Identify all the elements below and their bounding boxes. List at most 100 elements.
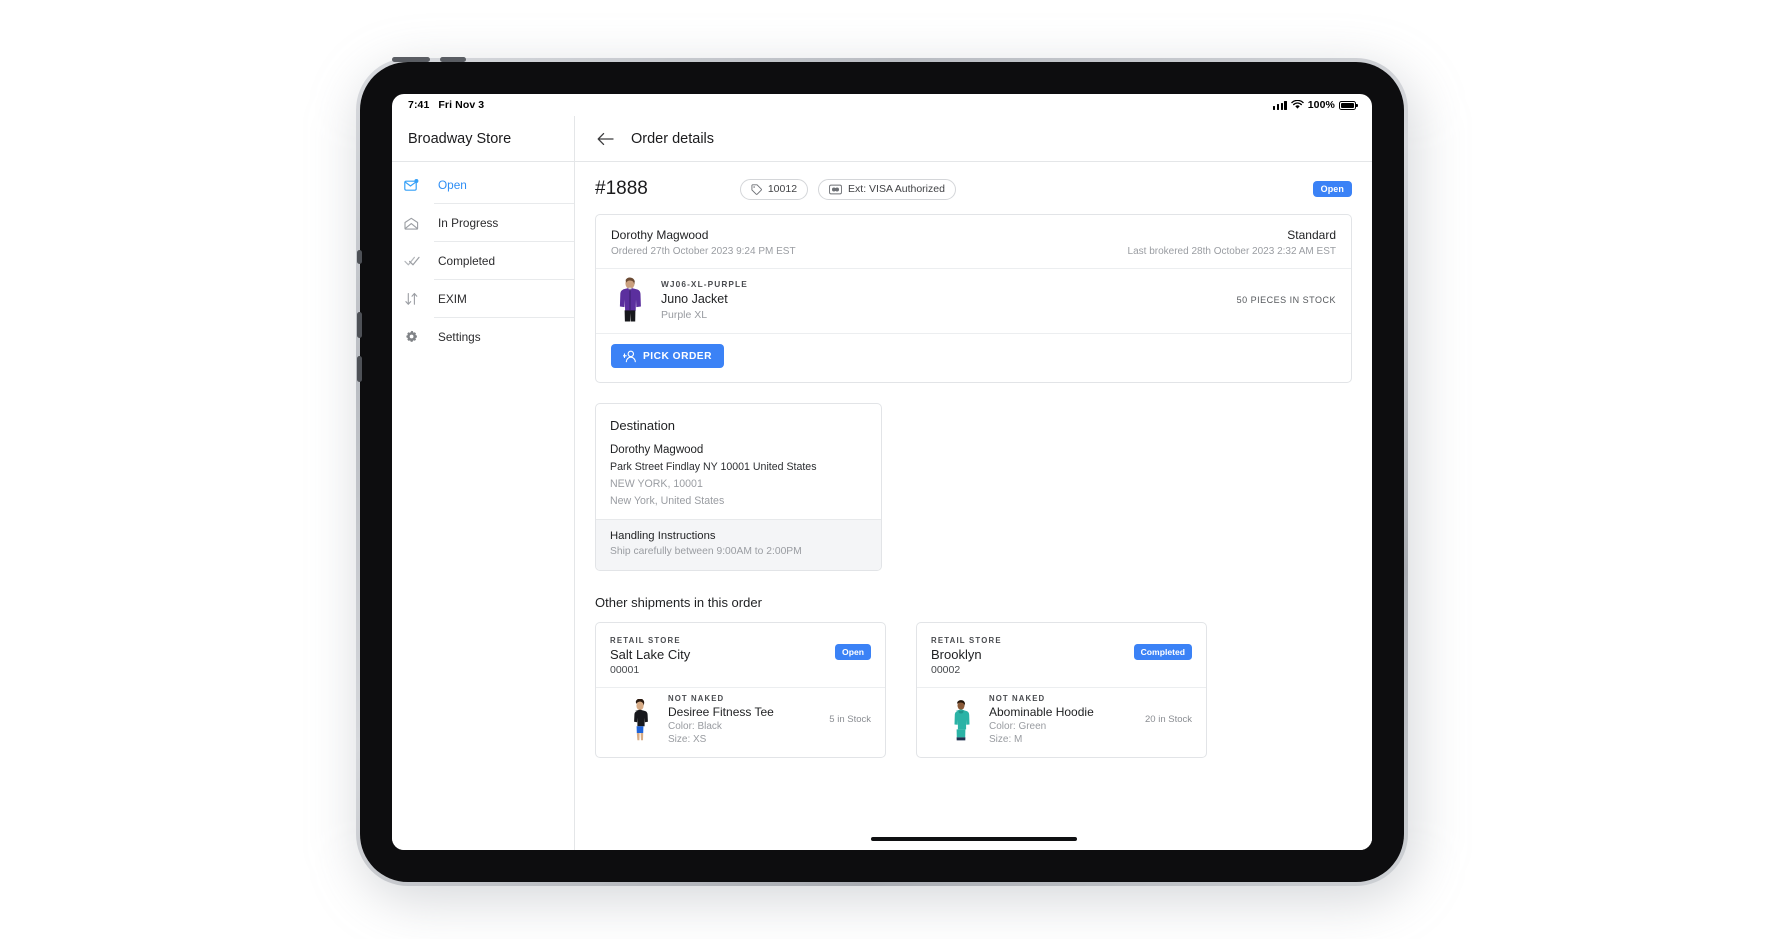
handling-instructions-title: Handling Instructions (610, 530, 716, 542)
volume-down-button[interactable] (357, 312, 362, 338)
shipment-status-badge: Open (835, 644, 871, 660)
product-brand: NOT NAKED (989, 694, 1046, 703)
person-add-icon (623, 350, 636, 363)
sidebar-item-open[interactable]: Open (392, 166, 574, 204)
camera-dot (357, 250, 362, 264)
destination-address-line2: NEW YORK, 10001 (610, 478, 703, 490)
product-stock: 20 in Stock (1145, 714, 1192, 725)
shipment-card[interactable]: RETAIL STORE Salt Lake City 00001 Open N… (595, 622, 886, 758)
cellular-signal-icon (1273, 100, 1287, 110)
product-sku: WJ06-XL-PURPLE (661, 279, 748, 289)
chip-label: Ext: VISA Authorized (848, 183, 945, 195)
destination-address-line3: New York, United States (610, 495, 725, 507)
arrow-left-icon[interactable] (595, 129, 615, 149)
sidebar-item-label: Completed (434, 242, 574, 280)
customer-name: Dorothy Magwood (611, 228, 709, 242)
pick-order-button[interactable]: PICK ORDER (611, 344, 724, 368)
shipping-method: Standard (1287, 228, 1336, 242)
destination-body: Dorothy Magwood Park Street Findlay NY 1… (596, 444, 881, 519)
sidebar-item-label: EXIM (434, 280, 574, 318)
sidebar-item-label: Settings (438, 330, 481, 344)
black-tee-thumbnail (624, 698, 656, 741)
chip-payment-status[interactable]: Ext: VISA Authorized (818, 178, 956, 200)
credit-card-icon (829, 184, 842, 195)
ios-status-bar: 7:41 Fri Nov 3 100% (392, 94, 1372, 116)
sidebar-nav: Open In Progress Completed EXIM Settings (392, 162, 574, 356)
product-size: Size: XS (668, 734, 707, 745)
shipment-store-info: RETAIL STORE Salt Lake City 00001 (610, 636, 690, 676)
status-bar-time: 7:41 (408, 99, 430, 111)
order-summary-row: #1888 10012 Ext: VISA Authorized Open (595, 178, 1352, 200)
handling-instructions-text: Ship carefully between 9:00AM to 2:00PM (610, 546, 802, 557)
content-header: Order details (575, 116, 1372, 162)
sidebar-item-in-progress[interactable]: In Progress (392, 204, 574, 242)
destination-name: Dorothy Magwood (610, 444, 704, 456)
other-shipments-list: RETAIL STORE Salt Lake City 00001 Open N… (595, 622, 1352, 758)
store-code: 00002 (931, 664, 961, 676)
store-code: 00001 (610, 664, 640, 676)
tag-icon (751, 183, 762, 195)
product-brand: NOT NAKED (668, 694, 725, 703)
other-shipments-title: Other shipments in this order (595, 595, 762, 610)
status-bar-right: 100% (1273, 99, 1358, 111)
gear-icon (404, 330, 434, 345)
order-card-footer: PICK ORDER (596, 333, 1351, 382)
battery-full-icon (1339, 100, 1358, 110)
home-indicator-bar (575, 828, 1372, 850)
shipment-line-item: NOT NAKED Desiree Fitness Tee Color: Bla… (596, 687, 885, 757)
shipment-status-badge: Completed (1133, 644, 1192, 660)
store-name: Salt Lake City (610, 647, 691, 662)
store-name: Brooklyn (931, 647, 982, 662)
store-name-title: Broadway Store (408, 130, 512, 147)
order-number: #1888 (595, 178, 648, 199)
order-card-shipping: Standard Last brokered 28th October 2023… (1128, 228, 1336, 257)
sidebar-item-label: In Progress (434, 204, 574, 242)
content-scroll[interactable]: #1888 10012 Ext: VISA Authorized Open Do… (575, 162, 1372, 828)
double-check-icon (404, 255, 434, 267)
order-card-header: Dorothy Magwood Ordered 27th October 202… (596, 215, 1351, 268)
wifi-icon (1290, 100, 1304, 109)
status-bar-date: Fri Nov 3 (438, 99, 485, 111)
store-type-label: RETAIL STORE (931, 636, 1002, 645)
shipment-card-header: RETAIL STORE Brooklyn 00002 Completed (917, 623, 1206, 687)
order-item-text: WJ06-XL-PURPLE Juno Jacket Purple XL (661, 279, 748, 321)
product-stock: 50 PIECES IN STOCK (1236, 295, 1336, 305)
shipment-card-header: RETAIL STORE Salt Lake City 00001 Open (596, 623, 885, 687)
shipment-store-info: RETAIL STORE Brooklyn 00002 (931, 636, 1002, 676)
mail-unread-icon (404, 178, 434, 192)
home-indicator[interactable] (870, 837, 1077, 841)
sidebar-item-settings[interactable]: Settings (392, 318, 574, 356)
sidebar-item-label: Open (434, 166, 574, 204)
product-color: Color: Black (668, 721, 722, 732)
brokered-timestamp: Last brokered 28th October 2023 2:32 AM … (1127, 246, 1336, 257)
shipment-item-text: NOT NAKED Desiree Fitness Tee Color: Bla… (668, 694, 774, 745)
sidebar: Broadway Store Open In Progress Complete… (392, 116, 575, 850)
tablet-screen: 7:41 Fri Nov 3 100% Broadway Store Open … (392, 94, 1372, 850)
page-title: Order details (631, 130, 715, 147)
content-area: Order details #1888 10012 Ext: VISA Auth… (575, 116, 1372, 850)
order-card: Dorothy Magwood Ordered 27th October 202… (595, 214, 1352, 383)
pick-order-label: PICK ORDER (643, 350, 712, 362)
mail-open-icon (404, 217, 434, 230)
status-bar-left: 7:41 Fri Nov 3 (408, 99, 484, 111)
product-name: Abominable Hoodie (989, 705, 1094, 719)
ordered-timestamp: Ordered 27th October 2023 9:24 PM EST (611, 246, 796, 257)
screenshot-stage: 7:41 Fri Nov 3 100% Broadway Store Open … (0, 0, 1775, 939)
chip-label: 10012 (767, 183, 798, 195)
chip-order-reference[interactable]: 10012 (739, 178, 809, 200)
arrows-updown-icon (404, 292, 434, 306)
product-name: Juno Jacket (661, 292, 728, 306)
order-chips: 10012 Ext: VISA Authorized (739, 178, 956, 200)
mute-button[interactable] (357, 356, 362, 382)
shipment-card[interactable]: RETAIL STORE Brooklyn 00002 Completed NO… (916, 622, 1207, 758)
product-color: Color: Green (989, 721, 1047, 732)
destination-title: Destination (610, 418, 676, 433)
power-button[interactable] (392, 57, 430, 62)
app-root: Broadway Store Open In Progress Complete… (392, 116, 1372, 850)
product-name: Desiree Fitness Tee (668, 705, 774, 719)
volume-up-button[interactable] (440, 57, 466, 62)
shipment-item-text: NOT NAKED Abominable Hoodie Color: Green… (989, 694, 1094, 745)
sidebar-item-completed[interactable]: Completed (392, 242, 574, 280)
order-line-item: WJ06-XL-PURPLE Juno Jacket Purple XL 50 … (596, 268, 1351, 333)
sidebar-item-exim[interactable]: EXIM (392, 280, 574, 318)
